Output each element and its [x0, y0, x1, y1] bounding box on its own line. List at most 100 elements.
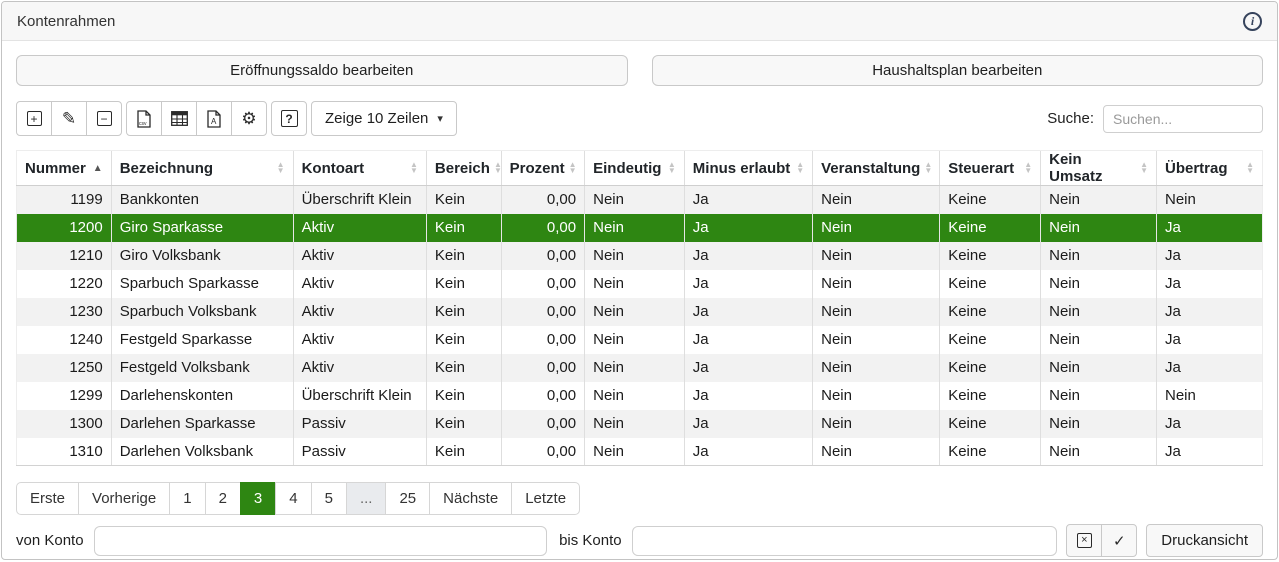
konto-range-footer: von Konto bis Konto × ✓ Druckansicht [16, 524, 1263, 557]
search-input[interactable] [1103, 105, 1263, 133]
column-label: Prozent [510, 160, 565, 177]
help-button-group: ? [271, 101, 307, 136]
add-button[interactable]: + [16, 101, 52, 136]
search-label: Suche: [1047, 110, 1094, 127]
cell-veranstaltung: Nein [813, 438, 940, 466]
cell-steuerart: Keine [940, 438, 1041, 466]
cell-kein-umsatz: Nein [1041, 270, 1157, 298]
cell-kontoart: Aktiv [293, 270, 426, 298]
column-header-veranstaltung[interactable]: Veranstaltung▲▼ [813, 151, 940, 186]
column-label: Eindeutig [593, 160, 661, 177]
cell-minus-erlaubt: Ja [684, 382, 812, 410]
sort-both-icon: ▲▼ [924, 162, 932, 174]
table-row[interactable]: 1200Giro SparkasseAktivKein0,00NeinJaNei… [17, 214, 1263, 242]
cell-bertrag: Nein [1157, 186, 1263, 214]
table-row[interactable]: 1300Darlehen SparkassePassivKein0,00Nein… [17, 410, 1263, 438]
cell-bezeichnung: Sparbuch Sparkasse [111, 270, 293, 298]
cell-minus-erlaubt: Ja [684, 326, 812, 354]
page-button-vorherige[interactable]: Vorherige [78, 482, 170, 515]
column-header-bezeichnung[interactable]: Bezeichnung▲▼ [111, 151, 293, 186]
cell-minus-erlaubt: Ja [684, 298, 812, 326]
range-action-group: × ✓ [1066, 524, 1137, 557]
sort-both-icon: ▲▼ [1140, 162, 1148, 174]
cell-bezeichnung: Bankkonten [111, 186, 293, 214]
cell-kontoart: Aktiv [293, 326, 426, 354]
cell-eindeutig: Nein [585, 438, 685, 466]
export-csv-button[interactable]: csv [126, 101, 162, 136]
cell-eindeutig: Nein [585, 186, 685, 214]
column-header-bertrag[interactable]: Übertrag▲▼ [1157, 151, 1263, 186]
minus-square-icon: − [97, 111, 112, 126]
edit-budget-button[interactable]: Haushaltsplan bearbeiten [652, 55, 1264, 86]
question-mark-icon: ? [281, 110, 298, 127]
info-icon[interactable]: i [1243, 12, 1262, 31]
cell-eindeutig: Nein [585, 382, 685, 410]
cell-bereich: Kein [426, 410, 501, 438]
cell-bezeichnung: Darlehen Sparkasse [111, 410, 293, 438]
cell-prozent: 0,00 [501, 382, 584, 410]
edit-button[interactable]: ✎ [51, 101, 87, 136]
edit-opening-balance-button[interactable]: Eröffnungssaldo bearbeiten [16, 55, 628, 86]
cell-prozent: 0,00 [501, 186, 584, 214]
settings-button[interactable]: ⚙ [231, 101, 267, 136]
cell-prozent: 0,00 [501, 326, 584, 354]
column-header-minus-erlaubt[interactable]: Minus erlaubt▲▼ [684, 151, 812, 186]
table-header-row: Nummer▲Bezeichnung▲▼Kontoart▲▼Bereich▲▼P… [17, 151, 1263, 186]
cell-bezeichnung: Giro Volksbank [111, 242, 293, 270]
cell-eindeutig: Nein [585, 298, 685, 326]
cell-kontoart: Aktiv [293, 298, 426, 326]
column-header-eindeutig[interactable]: Eindeutig▲▼ [585, 151, 685, 186]
column-header-kein-umsatz[interactable]: Kein Umsatz▲▼ [1041, 151, 1157, 186]
page-button-1[interactable]: 1 [169, 482, 205, 515]
page-button-letzte[interactable]: Letzte [511, 482, 580, 515]
cell-prozent: 0,00 [501, 214, 584, 242]
page-button-5[interactable]: 5 [311, 482, 347, 515]
clear-range-button[interactable]: × [1066, 524, 1102, 557]
table-row[interactable]: 1299DarlehenskontenÜberschrift KleinKein… [17, 382, 1263, 410]
table-row[interactable]: 1250Festgeld VolksbankAktivKein0,00NeinJ… [17, 354, 1263, 382]
cell-kontoart: Aktiv [293, 214, 426, 242]
to-konto-input[interactable] [632, 526, 1058, 556]
column-header-prozent[interactable]: Prozent▲▼ [501, 151, 584, 186]
table-row[interactable]: 1240Festgeld SparkasseAktivKein0,00NeinJ… [17, 326, 1263, 354]
page-button-3[interactable]: 3 [240, 482, 276, 515]
page-button-2[interactable]: 2 [205, 482, 241, 515]
cell-eindeutig: Nein [585, 326, 685, 354]
cell-bertrag: Ja [1157, 326, 1263, 354]
export-table-button[interactable] [161, 101, 197, 136]
cell-bertrag: Ja [1157, 438, 1263, 466]
help-button[interactable]: ? [271, 101, 307, 136]
apply-range-button[interactable]: ✓ [1101, 524, 1137, 557]
table-toolbar: + ✎ − csv A ⚙ ? [16, 101, 1263, 136]
from-konto-input[interactable] [94, 526, 548, 556]
column-header-nummer[interactable]: Nummer▲ [17, 151, 112, 186]
cell-kein-umsatz: Nein [1041, 242, 1157, 270]
column-header-steuerart[interactable]: Steuerart▲▼ [940, 151, 1041, 186]
page-button-4[interactable]: 4 [275, 482, 311, 515]
page-button-erste[interactable]: Erste [16, 482, 79, 515]
table-row[interactable]: 1230Sparbuch VolksbankAktivKein0,00NeinJ… [17, 298, 1263, 326]
column-header-bereich[interactable]: Bereich▲▼ [426, 151, 501, 186]
table-row[interactable]: 1210Giro VolksbankAktivKein0,00NeinJaNei… [17, 242, 1263, 270]
print-view-button[interactable]: Druckansicht [1146, 524, 1263, 557]
cell-kontoart: Passiv [293, 410, 426, 438]
cell-bezeichnung: Darlehenskonten [111, 382, 293, 410]
cell-steuerart: Keine [940, 214, 1041, 242]
page-button-item: ... [346, 482, 387, 515]
cell-minus-erlaubt: Ja [684, 270, 812, 298]
toolbar-button-groups: + ✎ − csv A ⚙ ? [16, 101, 457, 136]
column-header-kontoart[interactable]: Kontoart▲▼ [293, 151, 426, 186]
column-label: Bezeichnung [120, 160, 213, 177]
table-row[interactable]: 1220Sparbuch SparkasseAktivKein0,00NeinJ… [17, 270, 1263, 298]
page-length-dropdown[interactable]: Zeige 10 Zeilen ▾ [311, 101, 457, 136]
page-button-n-chste[interactable]: Nächste [429, 482, 512, 515]
cell-bereich: Kein [426, 270, 501, 298]
table-row[interactable]: 1310Darlehen VolksbankPassivKein0,00Nein… [17, 438, 1263, 466]
x-square-icon: × [1077, 533, 1092, 548]
cell-steuerart: Keine [940, 382, 1041, 410]
cell-kontoart: Überschrift Klein [293, 186, 426, 214]
table-row[interactable]: 1199BankkontenÜberschrift KleinKein0,00N… [17, 186, 1263, 214]
delete-button[interactable]: − [86, 101, 122, 136]
export-pdf-button[interactable]: A [196, 101, 232, 136]
page-button-25[interactable]: 25 [385, 482, 430, 515]
